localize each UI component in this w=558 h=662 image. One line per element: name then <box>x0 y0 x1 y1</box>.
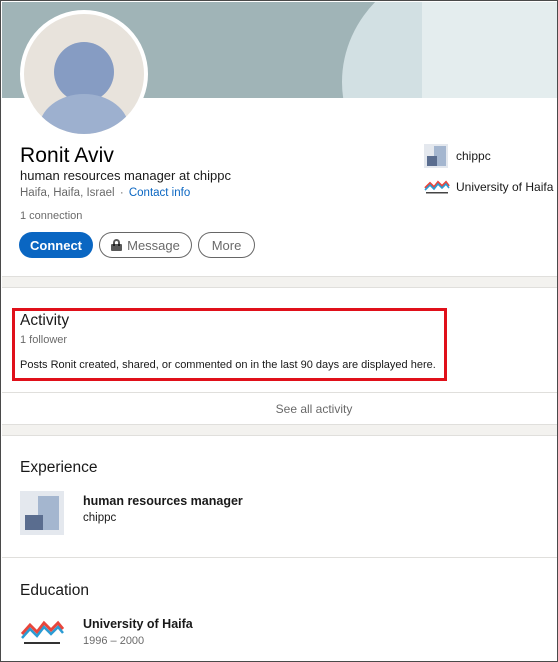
company-name: chippc <box>456 149 491 163</box>
profile-page: Ronit Aviv human resources manager at ch… <box>0 0 558 662</box>
activity-description: Posts Ronit created, shared, or commente… <box>20 359 436 371</box>
profile-name: Ronit Aviv <box>20 144 114 167</box>
education-heading: Education <box>20 582 89 599</box>
profile-location: Haifa, Haifa, Israel <box>20 187 115 199</box>
separator-dot: · <box>119 187 124 199</box>
avatar-shoulders-shape <box>39 94 129 134</box>
banner-shape <box>422 2 557 98</box>
top-card-company-chippc[interactable]: chippc <box>424 144 491 168</box>
divider-line <box>2 392 557 393</box>
profile-avatar[interactable] <box>20 10 148 138</box>
contact-info-link[interactable]: Contact info <box>129 187 190 199</box>
followers-count: 1 follower <box>20 334 68 346</box>
section-divider <box>2 424 557 436</box>
education-years: 1996 – 2000 <box>83 635 145 647</box>
message-button-label: Message <box>127 237 180 253</box>
chippc-logo-icon[interactable] <box>20 491 64 535</box>
connect-button[interactable]: Connect <box>19 232 93 258</box>
message-button[interactable]: Message <box>99 232 192 258</box>
top-card-school-university-of-haifa[interactable]: University of Haifa <box>424 179 553 195</box>
chippc-logo-icon <box>424 144 448 168</box>
divider-line <box>2 557 557 558</box>
activity-heading: Activity <box>20 312 70 329</box>
university-of-haifa-logo-icon <box>424 180 450 194</box>
university-of-haifa-logo-icon[interactable] <box>20 618 64 648</box>
experience-company: chippc <box>83 512 117 524</box>
section-divider <box>2 276 557 288</box>
education-school: University of Haifa <box>83 617 193 631</box>
location-row: Haifa, Haifa, Israel · Contact info <box>20 187 190 199</box>
connections-count[interactable]: 1 connection <box>20 210 82 222</box>
school-name: University of Haifa <box>456 180 554 194</box>
profile-headline: human resources manager at chippc <box>20 168 232 183</box>
experience-heading: Experience <box>20 459 98 476</box>
experience-role: human resources manager <box>83 494 243 508</box>
see-all-activity-link[interactable]: See all activity <box>1 402 557 416</box>
avatar-head-shape <box>54 42 114 102</box>
more-button[interactable]: More <box>198 232 255 258</box>
lock-icon <box>111 239 123 251</box>
